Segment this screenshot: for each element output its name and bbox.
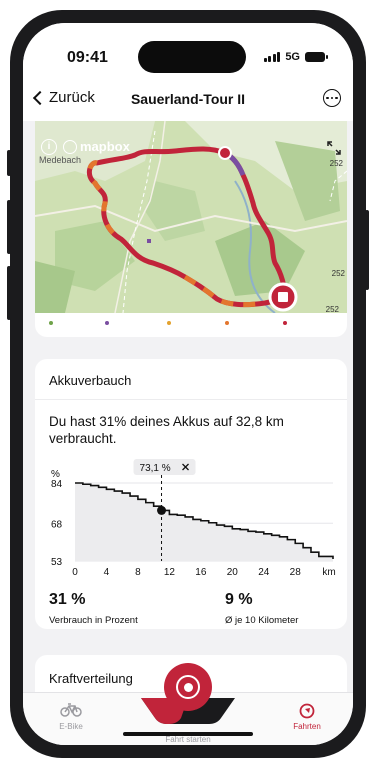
- mute-switch: [7, 150, 11, 176]
- y-tick-label: 53: [51, 557, 63, 568]
- card-title: Kraftverteilung: [49, 671, 133, 686]
- home-indicator: [123, 732, 253, 736]
- status-time: 09:41: [67, 49, 108, 66]
- status-indicators: 5G: [263, 51, 328, 63]
- map-attribution: mapbox: [80, 139, 130, 154]
- map-info-icon[interactable]: i: [41, 139, 57, 155]
- map-legend: [35, 313, 347, 337]
- network-label: 5G: [285, 51, 300, 63]
- battery-usage-card: Akkuverbauch Du hast 31% deines Akkus au…: [35, 359, 347, 629]
- stat-label: Verbrauch in Prozent: [49, 615, 138, 626]
- x-tick-label: 20: [227, 567, 239, 578]
- stat-value: 31 %: [49, 591, 86, 608]
- route-start-marker: [218, 146, 232, 160]
- screen: 09:41 5G Zurück Sauerland-Tour II i mapb…: [23, 23, 353, 745]
- status-bar: 09:41 5G: [23, 23, 353, 79]
- expand-icon[interactable]: [327, 141, 341, 155]
- bike-icon: [51, 703, 91, 719]
- y-tick-label: 84: [51, 479, 63, 490]
- y-tick-label: 68: [51, 519, 63, 530]
- page-title: Sauerland-Tour II: [130, 91, 246, 107]
- legend-dot: [105, 321, 109, 325]
- x-tick-label: 16: [195, 567, 207, 578]
- map-road-label: 252: [331, 269, 345, 278]
- volume-up-button: [7, 200, 11, 254]
- start-ride-button[interactable]: [164, 663, 212, 711]
- legend-dot: [283, 321, 287, 325]
- legend-dot: [167, 321, 171, 325]
- battery-chart[interactable]: 84 68 53% 0 4 8 12 16 20 24 28 km 73,1 %: [49, 459, 339, 587]
- legend-dot: [49, 321, 53, 325]
- divider: [35, 399, 347, 400]
- x-tick-label: 24: [258, 567, 270, 578]
- more-options-button[interactable]: [323, 89, 341, 107]
- battery-usage-description: Du hast 31% deines Akkus auf 32,8 km ver…: [49, 414, 284, 446]
- map-road-label: 252: [329, 159, 343, 168]
- navigation-bar: Zurück Sauerland-Tour II: [23, 79, 353, 121]
- x-tick-label: 28: [290, 567, 302, 578]
- stat-value: 9 %: [225, 591, 253, 608]
- phone-frame: 09:41 5G Zurück Sauerland-Tour II i mapb…: [7, 10, 369, 758]
- y-axis-label: %: [51, 469, 60, 480]
- compass-icon: [285, 703, 329, 719]
- record-icon: [176, 675, 200, 699]
- stat-label: Ø je 10 Kilometer: [225, 615, 299, 626]
- marker-point: [157, 505, 167, 515]
- battery-icon: [305, 52, 328, 62]
- card-title: Akkuverbauch: [49, 373, 132, 388]
- power-button: [365, 210, 369, 290]
- x-tick-label: 4: [104, 567, 110, 578]
- tab-label: E-Bike: [59, 722, 83, 731]
- tab-start-ride[interactable]: Fahrt starten: [153, 735, 223, 744]
- signal-icon: [263, 52, 281, 62]
- tab-label: Fahrt starten: [165, 735, 211, 744]
- dynamic-island: [138, 41, 246, 73]
- x-tick-label: 12: [164, 567, 176, 578]
- x-tick-label: 0: [72, 567, 78, 578]
- stat-total-usage: 31 % Verbrauch in Prozent: [49, 591, 138, 626]
- stat-average-usage: 9 % Ø je 10 Kilometer: [225, 591, 298, 626]
- tab-label: Fahrten: [293, 722, 321, 731]
- map-place-label: Medebach: [39, 155, 82, 165]
- map-road-label: 252: [325, 305, 339, 313]
- tab-ebike[interactable]: E-Bike: [51, 703, 91, 731]
- tooltip-value: 73,1 %: [140, 463, 171, 474]
- tab-rides[interactable]: Fahrten: [285, 703, 329, 731]
- route-map[interactable]: i mapbox Medebach 252 252 252: [35, 121, 347, 313]
- mapbox-logo: mapbox: [63, 139, 130, 154]
- x-tick-label: 8: [135, 567, 141, 578]
- legend-dot: [225, 321, 229, 325]
- volume-down-button: [7, 266, 11, 320]
- x-axis-label: km: [322, 567, 335, 578]
- area-fill: [75, 483, 333, 561]
